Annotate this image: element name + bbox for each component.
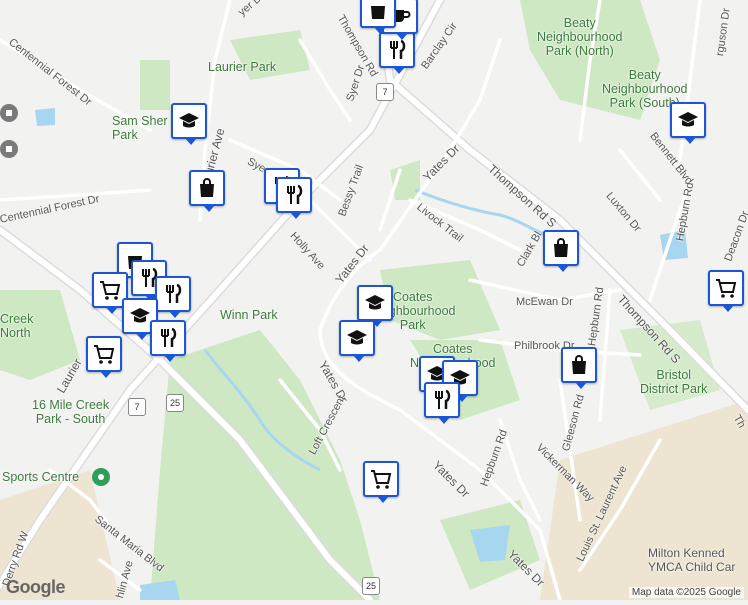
grocery-cart-marker-icon[interactable]	[363, 461, 399, 503]
park-label: Beaty Neighbourhood Park (North)	[537, 16, 623, 58]
route-25-shield: 25	[362, 577, 380, 595]
school-marker-icon[interactable]	[670, 102, 706, 144]
map-attribution[interactable]: Map data ©2025 Google	[628, 587, 744, 598]
grocery-cart-marker-icon[interactable]	[708, 270, 744, 312]
school-marker-icon[interactable]	[357, 285, 393, 327]
shopping-marker-icon[interactable]	[561, 347, 597, 389]
route-25-shield: 25	[166, 394, 184, 412]
school-marker-icon[interactable]	[171, 103, 207, 145]
park-label: Laurier Park	[208, 60, 277, 74]
restaurant-marker-icon[interactable]	[155, 276, 191, 318]
place-poi-icon[interactable]	[0, 140, 18, 158]
school-poi-icon[interactable]	[0, 104, 18, 122]
place-label: Sports Centre	[2, 470, 80, 484]
route-7-shield: 7	[376, 83, 394, 101]
park-label: 16 Mile Creek Park - South	[32, 398, 110, 426]
shopping-marker-icon[interactable]	[543, 230, 579, 272]
restaurant-marker-icon[interactable]	[150, 320, 186, 362]
shopping-marker-icon[interactable]	[360, 0, 396, 34]
route-7-shield: 7	[128, 398, 146, 416]
park-label: Creek North	[0, 312, 34, 340]
place-label: Milton Kenned YMCA Child Car	[648, 546, 736, 574]
park-label: Bristol District Park	[640, 368, 708, 396]
school-marker-icon[interactable]	[339, 320, 375, 362]
google-logo: Google	[6, 577, 66, 597]
restaurant-marker-icon[interactable]	[276, 177, 312, 219]
grocery-cart-marker-icon[interactable]	[86, 336, 122, 378]
shopping-marker-icon[interactable]	[189, 170, 225, 212]
restaurant-marker-icon[interactable]	[424, 382, 460, 424]
sports-icon[interactable]	[92, 468, 110, 486]
park-label: Sam Sher Park	[112, 114, 168, 142]
street-label: McEwan Dr	[516, 296, 573, 308]
park-label: Winn Park	[220, 308, 278, 322]
map-canvas[interactable]: 7 7 25 25 Thompson Rd Thompson Rd S Thom…	[0, 0, 748, 605]
